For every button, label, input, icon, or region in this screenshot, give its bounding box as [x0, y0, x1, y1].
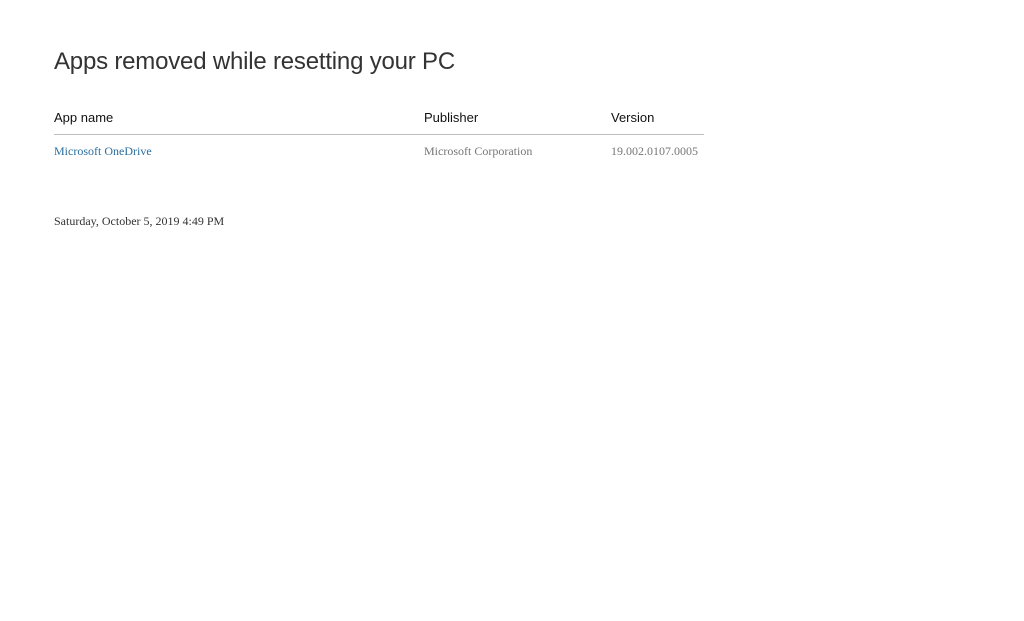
table-header-row: App name Publisher Version — [54, 108, 704, 135]
app-name-link[interactable]: Microsoft OneDrive — [54, 144, 152, 159]
column-header-app-name: App name — [54, 110, 114, 125]
removed-apps-table: App name Publisher Version Microsoft One… — [54, 108, 704, 169]
page-title: Apps removed while resetting your PC — [54, 48, 455, 75]
publisher-cell: Microsoft Corporation — [424, 144, 533, 158]
table-row: Microsoft OneDrive Microsoft Corporation… — [54, 135, 704, 169]
column-header-publisher: Publisher — [424, 110, 479, 125]
report-timestamp: Saturday, October 5, 2019 4:49 PM — [54, 214, 225, 228]
column-header-version: Version — [611, 110, 655, 125]
version-cell: 19.002.0107.0005 — [611, 144, 698, 158]
